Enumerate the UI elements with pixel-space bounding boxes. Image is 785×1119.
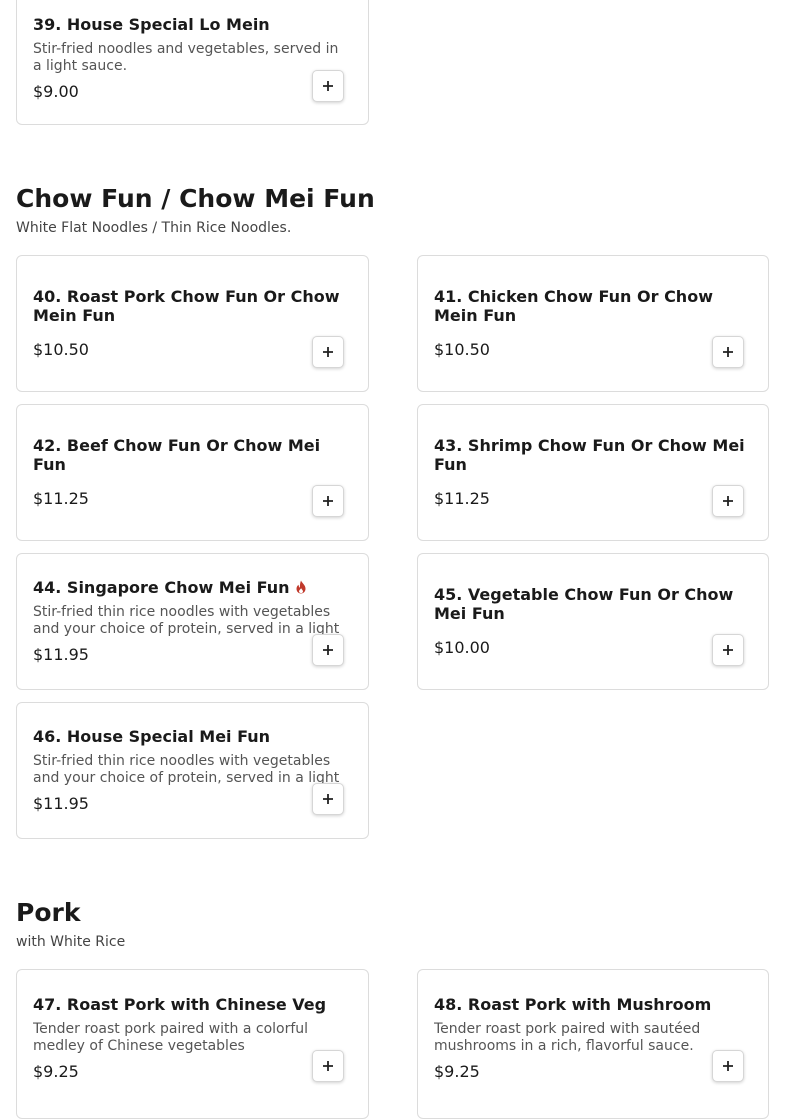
menu-item-price: $11.25	[33, 489, 89, 508]
menu-item-card[interactable]: 45. Vegetable Chow Fun Or Chow Mei Fun $…	[417, 553, 769, 690]
menu-item-card[interactable]: 41. Chicken Chow Fun Or Chow Mein Fun $1…	[417, 255, 769, 392]
menu-item-price: $10.00	[434, 638, 490, 657]
menu-item-card[interactable]: 39. House Special Lo Mein Stir-fried noo…	[16, 0, 369, 125]
plus-icon	[323, 496, 333, 506]
menu-item-card[interactable]: 40. Roast Pork Chow Fun Or Chow Mein Fun…	[16, 255, 369, 392]
menu-item-price: $10.50	[33, 340, 89, 359]
menu-item-price: $10.50	[434, 340, 490, 359]
plus-icon	[323, 645, 333, 655]
menu-item-price: $11.25	[434, 489, 490, 508]
menu-item-card[interactable]: 46. House Special Mei Fun Stir-fried thi…	[16, 702, 369, 839]
spicy-flame-icon	[296, 580, 306, 594]
plus-icon	[323, 347, 333, 357]
menu-item-price: $11.95	[33, 645, 89, 664]
menu-item-name: 39. House Special Lo Mein	[33, 15, 270, 34]
menu-item-description: Stir-fried noodles and vegetables, serve…	[33, 41, 339, 74]
add-item-button[interactable]	[312, 70, 344, 102]
plus-icon	[323, 794, 333, 804]
section-subtitle: with White Rice	[16, 934, 126, 950]
menu-item-name: 41. Chicken Chow Fun Or Chow Mein Fun	[434, 287, 713, 325]
menu-item-name: 42. Beef Chow Fun Or Chow Mei Fun	[33, 436, 321, 474]
add-item-button[interactable]	[312, 485, 344, 517]
plus-icon	[323, 1061, 333, 1071]
menu-item-name: 47. Roast Pork with Chinese Veg	[33, 995, 327, 1014]
plus-icon	[723, 645, 733, 655]
add-item-button[interactable]	[712, 634, 744, 666]
add-item-button[interactable]	[712, 336, 744, 368]
menu-item-price: $9.25	[434, 1062, 480, 1081]
menu-item-name: 46. House Special Mei Fun	[33, 727, 271, 746]
menu-item-name: 43. Shrimp Chow Fun Or Chow Mei Fun	[434, 436, 745, 474]
section-title: Pork	[16, 898, 81, 927]
add-item-button[interactable]	[312, 1050, 344, 1082]
menu-item-card[interactable]: 48. Roast Pork with Mushroom Tender roas…	[417, 969, 769, 1119]
menu-item-price: $11.95	[33, 794, 89, 813]
menu-item-price: $9.00	[33, 82, 79, 101]
menu-item-name: 45. Vegetable Chow Fun Or Chow Mei Fun	[434, 585, 734, 623]
menu-item-name: 40. Roast Pork Chow Fun Or Chow Mein Fun	[33, 287, 340, 325]
menu-item-description: Tender roast pork paired with sautéed mu…	[434, 1021, 701, 1054]
add-item-button[interactable]	[712, 1050, 744, 1082]
menu-item-name: 44. Singapore Chow Mei Fun	[33, 578, 290, 597]
plus-icon	[723, 1061, 733, 1071]
menu-item-description: Stir-fried thin rice noodles with vegeta…	[33, 753, 340, 786]
menu-item-card[interactable]: 42. Beef Chow Fun Or Chow Mei Fun $11.25	[16, 404, 369, 541]
menu-item-description: Stir-fried thin rice noodles with vegeta…	[33, 604, 340, 637]
plus-icon	[323, 81, 333, 91]
add-item-button[interactable]	[312, 336, 344, 368]
menu-item-name-row: 44. Singapore Chow Mei Fun	[33, 578, 352, 597]
add-item-button[interactable]	[312, 634, 344, 666]
plus-icon	[723, 347, 733, 357]
menu-item-card[interactable]: 43. Shrimp Chow Fun Or Chow Mei Fun $11.…	[417, 404, 769, 541]
add-item-button[interactable]	[312, 783, 344, 815]
plus-icon	[723, 496, 733, 506]
menu-item-card[interactable]: 44. Singapore Chow Mei Fun Stir-fried th…	[16, 553, 369, 690]
add-item-button[interactable]	[712, 485, 744, 517]
menu-item-price: $9.25	[33, 1062, 79, 1081]
menu-item-card[interactable]: 47. Roast Pork with Chinese Veg Tender r…	[16, 969, 369, 1119]
section-title: Chow Fun / Chow Mei Fun	[16, 184, 375, 213]
section-subtitle: White Flat Noodles / Thin Rice Noodles.	[16, 220, 292, 236]
menu-item-name: 48. Roast Pork with Mushroom	[434, 995, 712, 1014]
menu-item-description: Tender roast pork paired with a colorful…	[33, 1021, 309, 1054]
